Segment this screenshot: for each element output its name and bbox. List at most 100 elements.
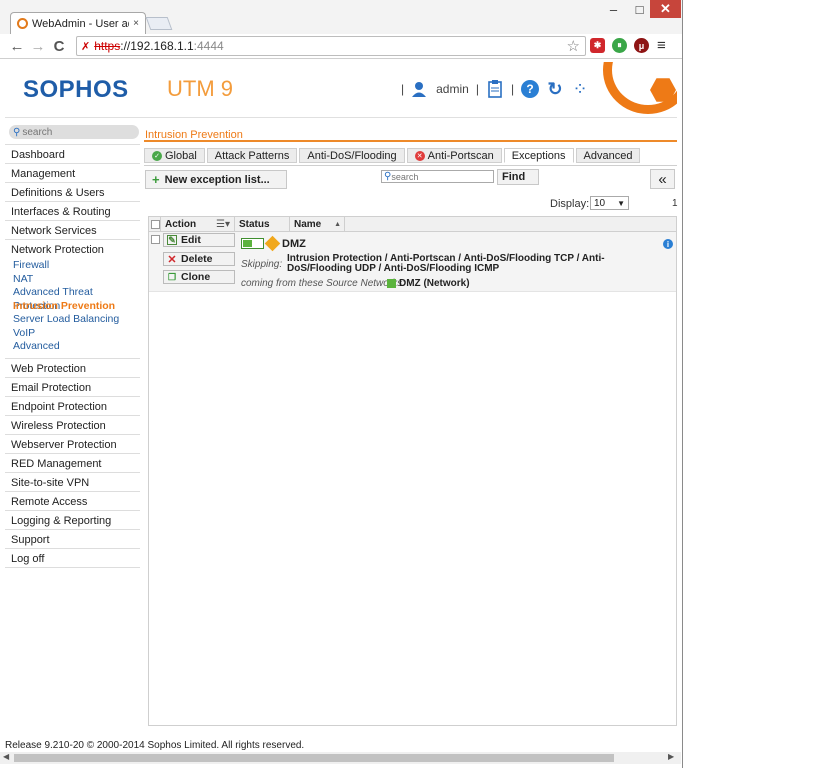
page-number[interactable]: 1 xyxy=(672,198,678,209)
tab-close-icon[interactable]: × xyxy=(133,18,139,29)
window-close-button[interactable]: ✕ xyxy=(650,0,681,18)
sophos-favicon-icon xyxy=(17,18,28,29)
forward-arrow-icon[interactable]: → xyxy=(29,37,47,55)
activity-spinner-icon[interactable]: ⁘ xyxy=(571,79,589,99)
display-count-select[interactable]: 10 ▼ xyxy=(590,196,629,210)
sort-asc-icon[interactable]: ▲ xyxy=(334,221,341,228)
tab-label: Attack Patterns xyxy=(214,149,290,162)
new-tab-button[interactable] xyxy=(145,17,173,30)
ublock-extension-icon[interactable]: μ xyxy=(634,38,649,53)
horizontal-scrollbar[interactable]: ◀ ▶ xyxy=(0,752,681,764)
scroll-right-icon[interactable]: ▶ xyxy=(668,752,674,761)
sidebar-item-network-services[interactable]: Network Services xyxy=(5,221,140,240)
utm-header: SOPHOS UTM 9 | admin | | ? ↻ ⁘ xyxy=(5,62,677,118)
scroll-left-icon[interactable]: ◀ xyxy=(3,752,9,761)
tab-advanced[interactable]: Advanced xyxy=(575,148,641,163)
error-icon: ✕ xyxy=(414,150,425,161)
sidebar-item-management[interactable]: Management xyxy=(5,164,140,183)
display-label: Display: xyxy=(550,198,590,210)
collapse-panel-button[interactable]: « xyxy=(650,169,675,189)
sidebar-subitem-advanced-threat-protection[interactable]: Advanced Threat Protection xyxy=(5,286,140,312)
tab-label: Anti-Portscan xyxy=(427,149,494,162)
reload-icon[interactable]: C xyxy=(50,37,68,55)
maximize-button[interactable]: □ xyxy=(626,0,653,18)
clone-label: Clone xyxy=(181,271,211,283)
display-count-value: 10 xyxy=(594,197,606,209)
source-network-value[interactable]: DMZ (Network) xyxy=(399,278,470,289)
content-tabs: ✓ Global Attack Patterns Anti-DoS/Flooding ✕… xyxy=(144,148,641,165)
clipboard-icon[interactable] xyxy=(486,80,504,98)
sidebar-item-email-protection[interactable]: Email Protection xyxy=(5,377,140,397)
sidebar-subitem-voip[interactable]: VoIP xyxy=(5,327,140,341)
sidebar-subitem-intrusion-prevention[interactable]: Intrusion Prevention xyxy=(5,300,140,314)
breadcrumb: Intrusion Prevention xyxy=(144,122,677,142)
delete-button[interactable]: ✕ Delete xyxy=(163,252,235,266)
bookmark-star-icon[interactable]: ☆ xyxy=(567,37,580,55)
sidebar-item-log-off[interactable]: Log off xyxy=(5,548,140,568)
tab-global[interactable]: ✓ Global xyxy=(144,148,205,163)
sidebar-item-logging-reporting[interactable]: Logging & Reporting xyxy=(5,510,140,530)
sidebar-search[interactable]: ⚲ xyxy=(9,125,139,139)
minimize-button[interactable]: – xyxy=(600,0,627,18)
sidebar-item-definitions-users[interactable]: Definitions & Users xyxy=(5,183,140,202)
table-row: ✎ Edit ✕ Delete ❐ Clone DMZ i Skipping: … xyxy=(149,232,676,292)
insecure-lock-icon[interactable]: ✗ xyxy=(81,40,90,53)
sidebar-item-interfaces-routing[interactable]: Interfaces & Routing xyxy=(5,202,140,221)
column-action[interactable]: Action ☰▾ xyxy=(161,216,235,232)
tab-attack-patterns[interactable]: Attack Patterns xyxy=(206,148,298,163)
column-status[interactable]: Status xyxy=(235,216,290,232)
sidebar-item-web-protection[interactable]: Web Protection xyxy=(5,358,140,378)
user-name[interactable]: admin xyxy=(436,82,469,96)
warning-icon xyxy=(264,235,281,252)
column-options-icon[interactable]: ☰▾ xyxy=(216,219,230,230)
sidebar-search-input[interactable] xyxy=(22,126,133,138)
lastpass-extension-icon[interactable]: ✱ xyxy=(590,38,605,53)
user-icon[interactable] xyxy=(411,80,429,98)
back-arrow-icon[interactable]: ← xyxy=(8,37,26,55)
sidebar-item-webserver-protection[interactable]: Webserver Protection xyxy=(5,434,140,454)
sidebar-subitem-server-load-balancing[interactable]: Server Load Balancing xyxy=(5,313,140,327)
tab-anti-portscan[interactable]: ✕ Anti-Portscan xyxy=(406,148,502,163)
refresh-icon[interactable]: ↻ xyxy=(546,79,564,99)
sidebar-item-red-management[interactable]: RED Management xyxy=(5,453,140,473)
new-exception-list-button[interactable]: + New exception list... xyxy=(145,170,287,189)
tab-anti-dos-flooding[interactable]: Anti-DoS/Flooding xyxy=(299,148,405,163)
row-checkbox[interactable] xyxy=(151,235,160,244)
column-name-label: Name xyxy=(294,218,322,230)
tab-label: Anti-DoS/Flooding xyxy=(307,149,397,162)
hexagon-icon xyxy=(650,78,676,102)
network-icon xyxy=(387,279,396,288)
sidebar: ⚲ DashboardManagementDefinitions & Users… xyxy=(5,122,140,742)
list-search-input[interactable] xyxy=(391,171,492,182)
list-search[interactable]: ⚲ xyxy=(381,170,494,183)
sidebar-subitem-nat[interactable]: NAT xyxy=(5,273,140,287)
sidebar-item-support[interactable]: Support xyxy=(5,529,140,549)
edit-button[interactable]: ✎ Edit xyxy=(163,233,235,247)
help-icon[interactable]: ? xyxy=(521,80,540,98)
sidebar-item-site-to-site-vpn[interactable]: Site-to-site VPN xyxy=(5,472,140,492)
column-name[interactable]: Name ▲ xyxy=(290,216,345,232)
scrollbar-thumb[interactable] xyxy=(14,754,614,762)
sidebar-item-dashboard[interactable]: Dashboard xyxy=(5,145,140,164)
sidebar-subitem-firewall[interactable]: Firewall xyxy=(5,259,140,273)
sidebar-item-wireless-protection[interactable]: Wireless Protection xyxy=(5,415,140,435)
find-button[interactable]: Find xyxy=(497,169,539,185)
select-all-cell xyxy=(149,216,161,232)
pushbullet-extension-icon[interactable]: ⏸ xyxy=(612,38,627,53)
sidebar-item-network-protection[interactable]: Network Protection xyxy=(5,240,140,259)
info-icon[interactable]: i xyxy=(663,239,673,249)
browser-tab[interactable]: WebAdmin - User admin × xyxy=(10,12,146,34)
sidebar-item-remote-access[interactable]: Remote Access xyxy=(5,491,140,511)
status-toggle[interactable] xyxy=(241,238,264,249)
check-icon: ✓ xyxy=(152,150,162,161)
tab-label: Advanced xyxy=(583,149,633,162)
sidebar-item-endpoint-protection[interactable]: Endpoint Protection xyxy=(5,396,140,416)
browser-toolbar: ← → C ✗ https :// 192.168.1.1 :4444 ☆ ✱ … xyxy=(0,34,682,59)
tab-exceptions[interactable]: Exceptions xyxy=(503,148,574,163)
select-all-checkbox[interactable] xyxy=(151,219,160,229)
clone-button[interactable]: ❐ Clone xyxy=(163,270,235,284)
browser-menu-icon[interactable]: ≡ xyxy=(657,37,666,54)
table-header: Action ☰▾ Status Name ▲ xyxy=(149,216,676,232)
sidebar-subitem-advanced[interactable]: Advanced xyxy=(5,340,140,354)
address-bar[interactable]: ✗ https :// 192.168.1.1 :4444 ☆ xyxy=(76,36,586,56)
